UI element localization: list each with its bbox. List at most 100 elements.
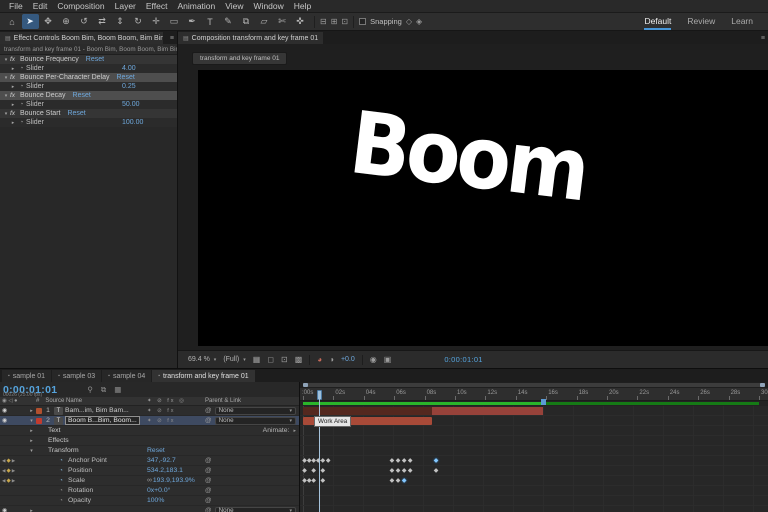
keyframe-diamond[interactable]: ◆ <box>402 456 407 466</box>
track-row-position[interactable]: ◆ ◆ ◆ ◆ ◆ ◆ ◆ ◆ <box>300 466 768 476</box>
effect-bounce-start[interactable]: ▾ fx Bounce Start Reset <box>0 109 177 118</box>
twirl-icon[interactable]: ▸ <box>27 508 36 512</box>
timeline-tab-sample-04[interactable]: ▪ sample 04 <box>102 370 152 382</box>
twirl-icon[interactable]: ▸ <box>27 438 36 444</box>
track-row-opacity[interactable] <box>300 496 768 506</box>
stopwatch-icon[interactable]: ◔ <box>17 83 26 90</box>
track-row-layer-partial[interactable] <box>300 506 768 512</box>
menu-composition[interactable]: Composition <box>52 1 109 11</box>
keyframe-at-time-icon[interactable]: ◆ <box>6 478 10 484</box>
orbit-camera-tool[interactable]: ↺ <box>76 14 93 29</box>
mini-flowchart-icon[interactable]: ⧉ <box>101 385 106 395</box>
animate-control[interactable]: Animate: ▸ <box>263 427 296 434</box>
parent-link-select[interactable]: None ▾ <box>214 416 296 425</box>
grid-guides-icon[interactable]: ▦ <box>253 355 261 364</box>
layer-name[interactable]: Boom B...Bim, Boom... <box>65 416 140 425</box>
twirl-right-icon[interactable]: ▸ <box>9 102 17 108</box>
property-value[interactable]: 347,-92.7 <box>147 457 176 464</box>
playhead-line[interactable] <box>318 394 320 512</box>
twirl-right-icon[interactable]: ▸ <box>9 84 17 90</box>
twirl-right-icon[interactable]: ▸ <box>9 66 17 72</box>
keyframe-at-time-icon[interactable]: ◆ <box>6 458 10 464</box>
selection-tool[interactable]: ➤ <box>21 14 39 29</box>
snap-edges-icon[interactable]: ◈ <box>416 17 422 26</box>
workspace-review[interactable]: Review <box>687 14 715 30</box>
keyframe-diamond[interactable]: ◆ <box>390 456 395 466</box>
next-keyframe-icon[interactable]: ▶ <box>12 478 15 484</box>
keyframe-diamond[interactable]: ◆ <box>396 456 401 466</box>
timeline-row-boom-b-bim-boom[interactable]: ◉ ▾ 2 T Boom B...Bim, Boom... ✦ ⊘ fx @ None ▾ <box>0 416 299 426</box>
param-value[interactable]: 100.00 <box>122 119 143 126</box>
roto-brush-tool[interactable]: ✄ <box>274 14 291 29</box>
parent-pickwhip-icon[interactable]: @ <box>205 497 212 504</box>
timeline-row-bam-im-bim-bam[interactable]: ◉ ▸ 1 T Bam...im, Bim Bam... ✦ ⊘ fx @ None ▾ <box>0 406 299 416</box>
show-channel-icon[interactable]: ◕ <box>317 355 322 364</box>
pen-tool[interactable]: ✒ <box>184 14 201 29</box>
resolution-select[interactable]: (Full) ▾ <box>223 356 245 363</box>
stopwatch-icon[interactable]: ◔ <box>56 458 66 464</box>
parent-pickwhip-icon[interactable]: @ <box>205 407 212 414</box>
stopwatch-icon[interactable]: ◔ <box>56 468 66 474</box>
property-value[interactable]: 0x+0.0° <box>147 487 170 494</box>
reset-link[interactable]: Reset <box>147 447 165 454</box>
twirl-right-icon[interactable]: ▸ <box>9 120 17 126</box>
track-row-transform[interactable] <box>300 446 768 456</box>
keyframe-diamond[interactable]: ◆ <box>434 456 439 466</box>
show-snapshot-icon[interactable]: ▣ <box>384 355 392 364</box>
composition-name-chip[interactable]: transform and key frame 01 <box>192 52 288 65</box>
composition-viewport[interactable]: Boom <box>198 70 768 346</box>
timeline-row-text[interactable]: ▸ Text Animate: ▸ <box>0 426 299 436</box>
stopwatch-icon[interactable]: ◔ <box>17 65 26 72</box>
parent-pickwhip-icon[interactable]: @ <box>205 467 212 474</box>
pan-behind-tool[interactable]: ✛ <box>148 14 165 29</box>
stopwatch-icon[interactable]: ◔ <box>56 478 66 484</box>
prev-keyframe-icon[interactable]: ◀ <box>2 468 5 474</box>
keyframe-diamond[interactable]: ◆ <box>408 466 413 476</box>
effect-param-slider[interactable]: ▸ ◔ Slider 50.00 <box>0 100 177 109</box>
menu-help[interactable]: Help <box>289 1 316 11</box>
keyframe-diamond[interactable]: ◆ <box>321 476 326 486</box>
keyframe-at-time-icon[interactable]: ◆ <box>6 468 10 474</box>
panel-toggle-icon[interactable]: ⊟ <box>320 17 327 26</box>
layer-duration-bar[interactable] <box>303 407 544 415</box>
time-ruler[interactable]: :00s 02s 04s 06s 08s 10s 12s 14s 16s 18s 20s 22s 24s… <box>300 388 768 401</box>
stopwatch-icon[interactable]: ◔ <box>17 119 26 126</box>
effect-reset-link[interactable]: Reset <box>86 56 104 63</box>
track-row-boom-b-bim-boom[interactable] <box>300 416 768 426</box>
navigator-end-handle[interactable] <box>760 383 765 387</box>
timeline-row-transform[interactable]: ▾ Transform Reset <box>0 446 299 456</box>
timeline-row-layer-partial[interactable]: ◉ ▸ @ None ▾ <box>0 506 299 512</box>
twirl-icon[interactable]: ▸ <box>27 408 36 414</box>
parent-pickwhip-icon[interactable]: @ <box>205 507 212 512</box>
timeline-row-scale[interactable]: ◀ ◆ ▶ ◔ Scale ∞193.9,193.9% @ <box>0 476 299 486</box>
menu-window[interactable]: Window <box>249 1 289 11</box>
track-row-bam-im-bim-bam[interactable] <box>300 406 768 416</box>
twirl-down-icon[interactable]: ▾ <box>2 57 10 63</box>
puppet-pin-tool[interactable]: ✜ <box>292 14 309 29</box>
menu-layer[interactable]: Layer <box>110 1 141 11</box>
parent-pickwhip-icon[interactable]: @ <box>205 457 212 464</box>
timeline-row-effects[interactable]: ▸ Effects <box>0 436 299 446</box>
timeline-row-position[interactable]: ◀ ◆ ▶ ◔ Position 534.2,183.1 @ <box>0 466 299 476</box>
grid-toggle-icon[interactable]: ⊞ <box>331 17 338 26</box>
column-parent-link[interactable]: Parent & Link <box>205 398 299 404</box>
snapping-checkbox[interactable] <box>359 18 367 25</box>
effect-controls-tab[interactable]: ▤ Effect Controls Boom Bim, Boom Boom, B… <box>0 32 163 44</box>
twirl-icon[interactable]: ▸ <box>27 428 36 434</box>
twirl-down-icon[interactable]: ▾ <box>2 75 10 81</box>
keyframe-diamond[interactable]: ◆ <box>402 466 407 476</box>
snap-features-icon[interactable]: ◇ <box>406 17 412 26</box>
keyframe-diamond[interactable]: ◆ <box>434 466 439 476</box>
effect-param-slider[interactable]: ▸ ◔ Slider 4.00 <box>0 64 177 73</box>
next-keyframe-icon[interactable]: ▶ <box>12 458 15 464</box>
keyframe-diamond[interactable]: ◆ <box>390 466 395 476</box>
timeline-tab-sample-03[interactable]: ▪ sample 03 <box>52 370 102 382</box>
zoom-tool[interactable]: ⊕ <box>58 14 75 29</box>
timeline-row-opacity[interactable]: ◔ Opacity 100% @ <box>0 496 299 506</box>
keyframe-diamond[interactable]: ◆ <box>326 456 331 466</box>
keyframe-diamond[interactable]: ◆ <box>402 476 407 486</box>
track-row-text[interactable] <box>300 426 768 436</box>
twirl-icon[interactable]: ▾ <box>27 448 36 454</box>
parent-link-select[interactable]: None ▾ <box>214 406 296 415</box>
type-tool[interactable]: T <box>202 14 219 29</box>
